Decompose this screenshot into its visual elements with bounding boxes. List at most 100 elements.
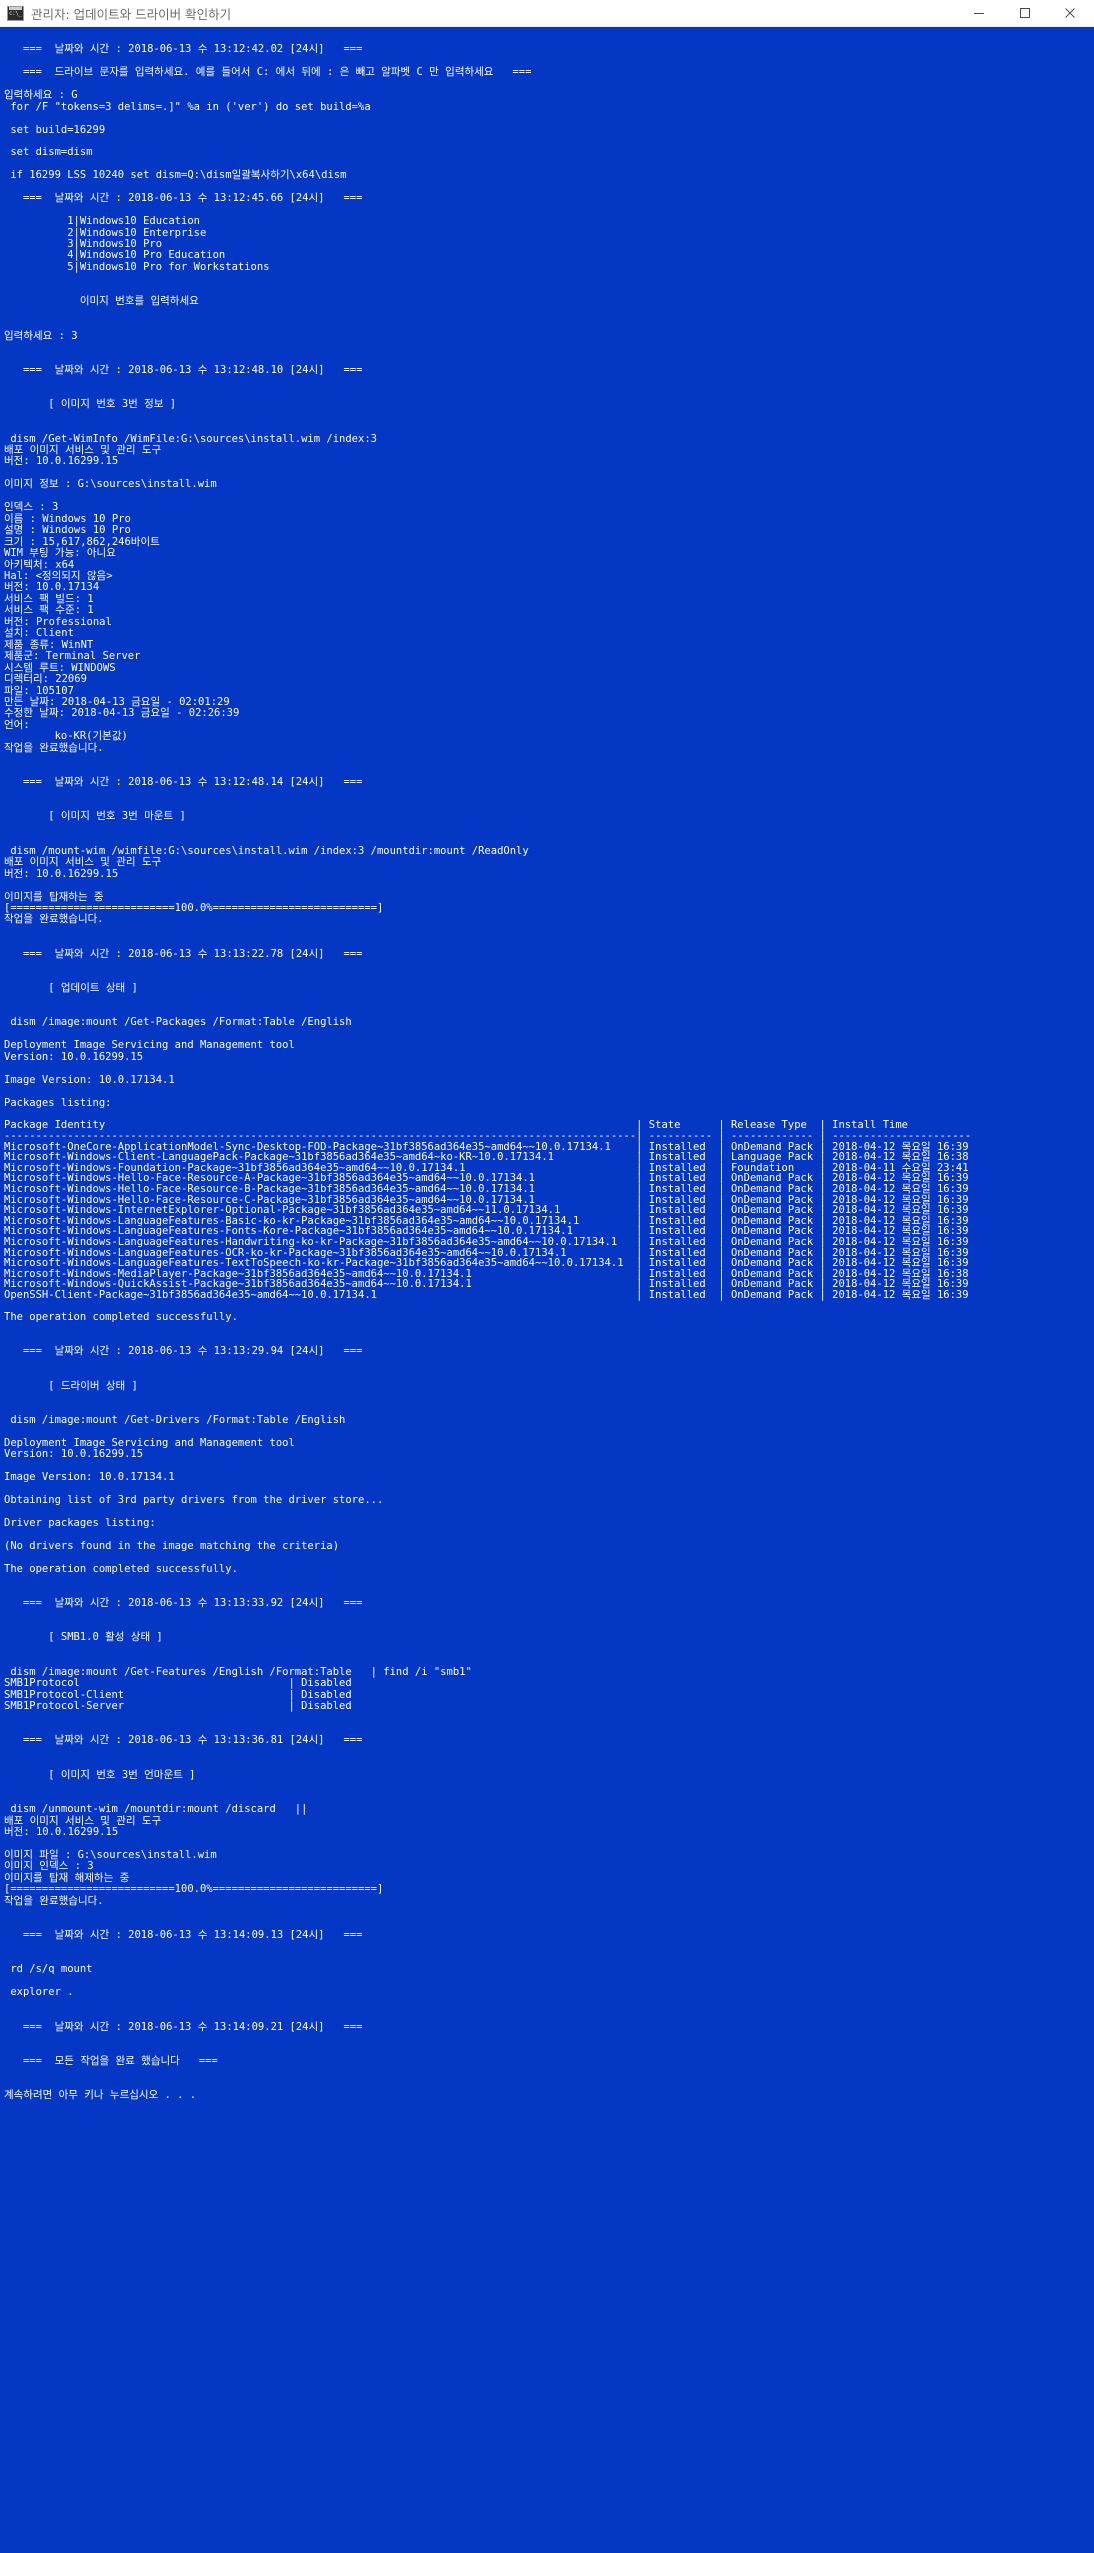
console-line: 버전: Professional bbox=[4, 615, 112, 628]
console-line: 서비스 팩 빌드: 1 bbox=[4, 592, 94, 605]
console-line: 1|Windows10 Education bbox=[4, 215, 200, 228]
console-icon bbox=[7, 5, 24, 21]
console-line: 버전: 10.0.16299.15 bbox=[4, 1826, 119, 1839]
console-line: dism /mount-wim /wimfile:G:\sources\inst… bbox=[4, 844, 529, 857]
console-line: set dism=dism bbox=[4, 146, 93, 159]
console-line: SMB1Protocol | Disabled bbox=[4, 1677, 352, 1690]
console-line: 서비스 팩 수준: 1 bbox=[4, 604, 94, 617]
console-line: 크기 : 15,617,862,246바이트 bbox=[4, 535, 160, 548]
window-titlebar[interactable]: 관리자: 업데이트와 드라이버 확인하기 bbox=[0, 0, 1094, 27]
console-line: Driver packages listing: bbox=[4, 1517, 156, 1529]
console-line: 2|Windows10 Enterprise bbox=[4, 226, 207, 239]
console-line: Image Version: 10.0.17134.1 bbox=[4, 1471, 175, 1484]
console-window[interactable]: 관리자: 업데이트와 드라이버 확인하기 === 날짜와 시간 : 2018-0… bbox=[0, 0, 1094, 2553]
console-line: 배포 이미지 서비스 및 관리 도구 bbox=[4, 1814, 162, 1827]
console-line: 작업을 완료했습니다. bbox=[4, 913, 104, 926]
maximize-button[interactable] bbox=[1002, 0, 1048, 26]
console-line: ko-KR(기본값) bbox=[4, 730, 128, 743]
console-line: 이미지 파일 : G:\sources\install.wim bbox=[4, 1848, 217, 1861]
console-line: 이미지 정보 : G:\sources\install.wim bbox=[4, 478, 217, 491]
console-line: [==========================100.0%=======… bbox=[4, 1883, 384, 1896]
console-line: [ 드라이버 상태 ] bbox=[4, 1379, 138, 1392]
minimize-button[interactable] bbox=[956, 0, 1002, 26]
console-line: 아키텍처: x64 bbox=[4, 558, 75, 571]
console-line: [ 이미지 번호 3번 언마운트 ] bbox=[4, 1768, 196, 1781]
console-line: 버전: 10.0.16299.15 bbox=[4, 867, 119, 880]
console-line: 버전: 10.0.16299.15 bbox=[4, 455, 119, 468]
console-line: Image Version: 10.0.17134.1 bbox=[4, 1073, 175, 1086]
console-line: 제품군: Terminal Server bbox=[4, 650, 141, 663]
console-line: 작업을 완료했습니다. bbox=[4, 1894, 104, 1907]
console-line: Deployment Image Servicing and Managemen… bbox=[4, 1436, 295, 1449]
console-line: === 드라이브 문자를 입력하세요. 예를 들어서 C: 에서 뒤에 : 은 … bbox=[4, 66, 532, 79]
console-line: 이름 : Windows 10 Pro bbox=[4, 512, 131, 525]
console-line: 입력하세요 : 3 bbox=[4, 329, 78, 342]
console-output-wrap: === 날짜와 시간 : 2018-06-13 수 13:12:42.02 [2… bbox=[0, 27, 1094, 2114]
console-line: 버전: 10.0.17134 bbox=[4, 581, 100, 594]
console-line: 시스템 루트: WINDOWS bbox=[4, 661, 116, 674]
console-line: Version: 10.0.16299.15 bbox=[4, 1050, 144, 1063]
console-line: 이미지 번호를 입력하세요 bbox=[4, 295, 199, 308]
console-line: [ 이미지 번호 3번 정보 ] bbox=[4, 398, 177, 411]
console-line: === 날짜와 시간 : 2018-06-13 수 13:14:09.21 [2… bbox=[4, 2020, 363, 2033]
close-button[interactable] bbox=[1048, 0, 1094, 26]
console-line: [ SMB1.0 활성 상태 ] bbox=[4, 1631, 163, 1644]
console-line: Obtaining list of 3rd party drivers from… bbox=[4, 1494, 384, 1507]
console-line: Packages listing: bbox=[4, 1096, 112, 1109]
console-line: === 날짜와 시간 : 2018-06-13 수 13:12:42.02 [2… bbox=[4, 43, 363, 56]
console-line: SMB1Protocol-Server | Disabled bbox=[4, 1700, 352, 1713]
console-line: [ 이미지 번호 3번 마운트 ] bbox=[4, 810, 186, 823]
console-line: === 날짜와 시간 : 2018-06-13 수 13:12:45.66 [2… bbox=[4, 192, 363, 205]
console-line: === 날짜와 시간 : 2018-06-13 수 13:13:33.92 [2… bbox=[4, 1597, 363, 1610]
console-line: 5|Windows10 Pro for Workstations bbox=[4, 260, 270, 273]
console-line: dism /image:mount /Get-Packages /Format:… bbox=[4, 1016, 352, 1029]
console-line: if 16299 LSS 10240 set dism=Q:\dism일괄복사하… bbox=[4, 169, 347, 182]
console-line: === 날짜와 시간 : 2018-06-13 수 13:13:36.81 [2… bbox=[4, 1734, 363, 1747]
console-line: 계속하려면 아무 키나 누르십시오 . . . bbox=[4, 2089, 197, 2102]
console-line: === 모든 작업을 완료 했습니다 === bbox=[4, 2054, 218, 2067]
console-line: 수정한 날짜: 2018-04-13 금요일 - 02:26:39 bbox=[4, 707, 240, 720]
console-line: 인덱스 : 3 bbox=[4, 501, 59, 514]
console-line: === 날짜와 시간 : 2018-06-13 수 13:14:09.13 [2… bbox=[4, 1929, 363, 1942]
console-line: Version: 10.0.16299.15 bbox=[4, 1448, 144, 1461]
console-line: dism /unmount-wim /mountdir:mount /disca… bbox=[4, 1803, 308, 1816]
console-output[interactable]: === 날짜와 시간 : 2018-06-13 수 13:12:42.02 [2… bbox=[0, 27, 1094, 2114]
console-line: Microsoft-Windows-LanguageFeatures-Handw… bbox=[4, 1236, 969, 1248]
window-title: 관리자: 업데이트와 드라이버 확인하기 bbox=[31, 6, 232, 22]
console-line: OpenSSH-Client-Package~31bf3856ad364e35~… bbox=[4, 1288, 969, 1301]
console-line: dism /image:mount /Get-Drivers /Format:T… bbox=[4, 1413, 346, 1426]
console-line: The operation completed successfully. bbox=[4, 1311, 238, 1323]
